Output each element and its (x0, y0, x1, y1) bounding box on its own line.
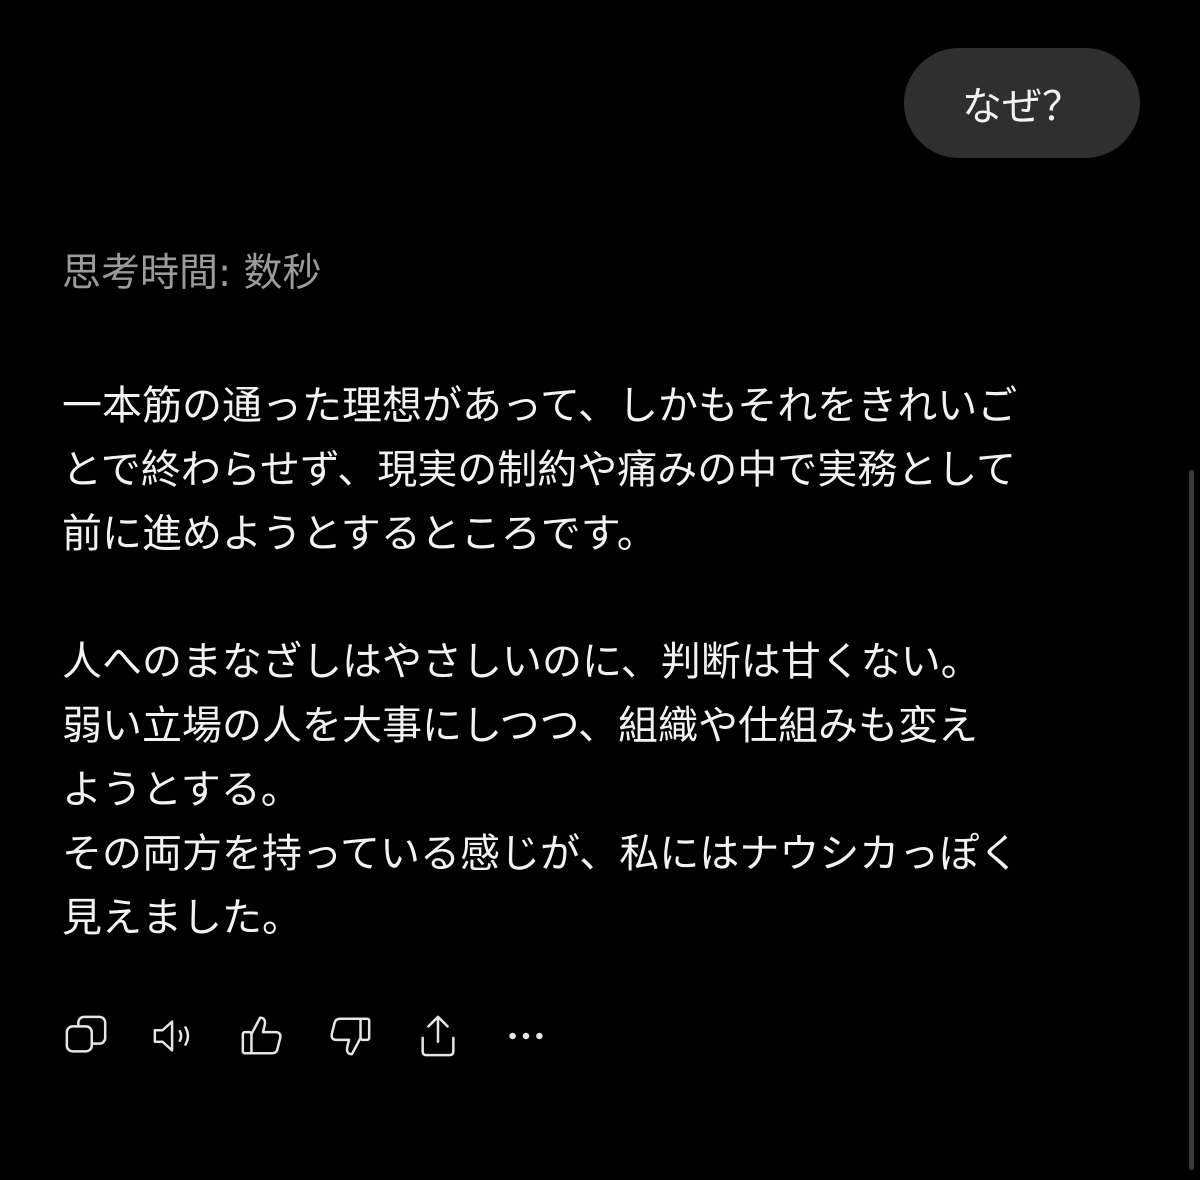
speaker-icon (153, 1020, 190, 1052)
text-line: 前に進めようとするところです。 (62, 511, 657, 557)
assistant-paragraph-1: 一本筋の通った理想があって、しかもそれをきれいご とで終わらせず、現実の制約や痛… (62, 374, 1152, 566)
share-icon (421, 1015, 455, 1057)
assistant-paragraph-2: 人へのまなざしはやさしいのに、判断は甘くない。 弱い立場の人を大事にしつつ、組織… (62, 630, 1152, 950)
thumbs-down-icon (330, 1017, 371, 1056)
text-line: その両方を持っている感じが、私にはナウシカっぽく (62, 831, 1020, 877)
text-line: 人へのまなざしはやさしいのに、判断は甘くない。 (62, 639, 981, 685)
text-line: 弱い立場の人を大事にしつつ、組織や仕組みも変え (62, 703, 978, 749)
text-line: 見えました。 (62, 895, 302, 941)
text-line: とで終わらせず、現実の制約や痛みの中で実務として (62, 447, 1016, 493)
text-line: 一本筋の通った理想があって、しかもそれをきれいご (62, 383, 1018, 429)
more-options-button[interactable] (502, 1012, 550, 1060)
thumbs-up-icon (241, 1016, 282, 1055)
user-message-bubble: なぜ？ (904, 48, 1140, 158)
copy-button[interactable] (62, 1012, 110, 1060)
thinking-time-toggle[interactable]: 思考時間: 数秒 (62, 242, 322, 298)
bad-response-button[interactable] (326, 1012, 374, 1060)
read-aloud-button[interactable] (150, 1012, 198, 1060)
user-message-text: なぜ？ (962, 84, 1082, 130)
more-icon (509, 1032, 543, 1040)
text-line: ようとする。 (62, 767, 301, 813)
share-button[interactable] (414, 1012, 462, 1060)
scrollbar[interactable] (1189, 470, 1194, 1170)
good-response-button[interactable] (238, 1012, 286, 1060)
copy-icon (65, 1015, 107, 1053)
message-action-bar (62, 1012, 590, 1060)
assistant-message: 一本筋の通った理想があって、しかもそれをきれいご とで終わらせず、現実の制約や痛… (62, 374, 1152, 950)
